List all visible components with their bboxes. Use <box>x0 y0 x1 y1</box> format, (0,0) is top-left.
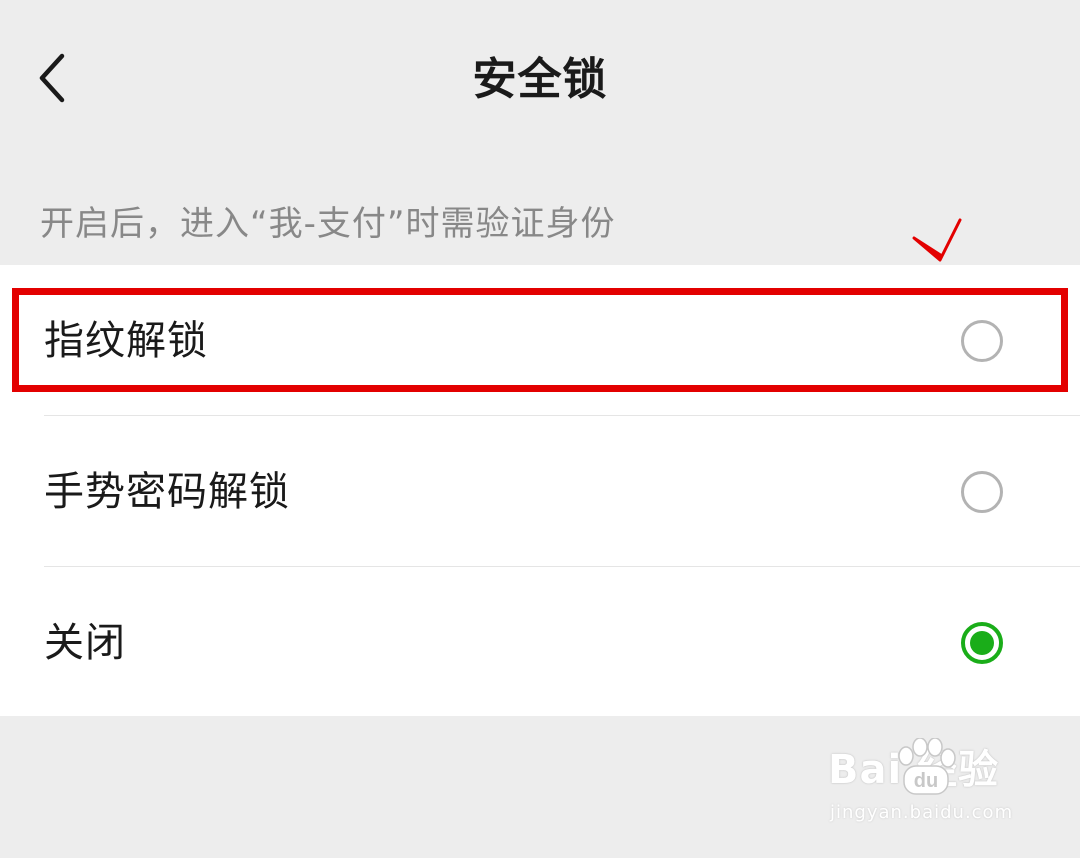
navigation-bar: 安全锁 <box>0 0 1080 160</box>
baidu-jingyan-watermark: Bai 经验 du jingyan.baidu.com <box>828 738 1028 832</box>
radio-dot <box>970 631 994 655</box>
page-title: 安全锁 <box>472 54 608 105</box>
option-label: 关闭 <box>44 620 126 666</box>
security-lock-screen: 安全锁 开启后，进入“我-支付”时需验证身份 指纹解锁 手势密码解锁 关闭 Ba… <box>0 0 1080 858</box>
radio-checked[interactable] <box>961 622 1003 664</box>
watermark-url: jingyan.baidu.com <box>830 802 1014 823</box>
option-label: 指纹解锁 <box>44 318 208 364</box>
option-label: 手势密码解锁 <box>44 469 290 515</box>
option-off[interactable]: 关闭 <box>0 567 1080 717</box>
radio-unchecked[interactable] <box>961 320 1003 362</box>
watermark-brand: Bai 经验 <box>828 747 1000 793</box>
check-mark-icon <box>912 218 962 262</box>
paw-icon: du <box>898 738 956 795</box>
option-gesture-password-unlock[interactable]: 手势密码解锁 <box>0 416 1080 566</box>
radio-unchecked[interactable] <box>961 471 1003 513</box>
unlock-option-list: 指纹解锁 手势密码解锁 关闭 <box>0 265 1080 716</box>
section-hint: 开启后，进入“我-支付”时需验证身份 <box>40 204 616 244</box>
svg-text:du: du <box>914 770 938 792</box>
option-fingerprint-unlock[interactable]: 指纹解锁 <box>0 265 1080 415</box>
